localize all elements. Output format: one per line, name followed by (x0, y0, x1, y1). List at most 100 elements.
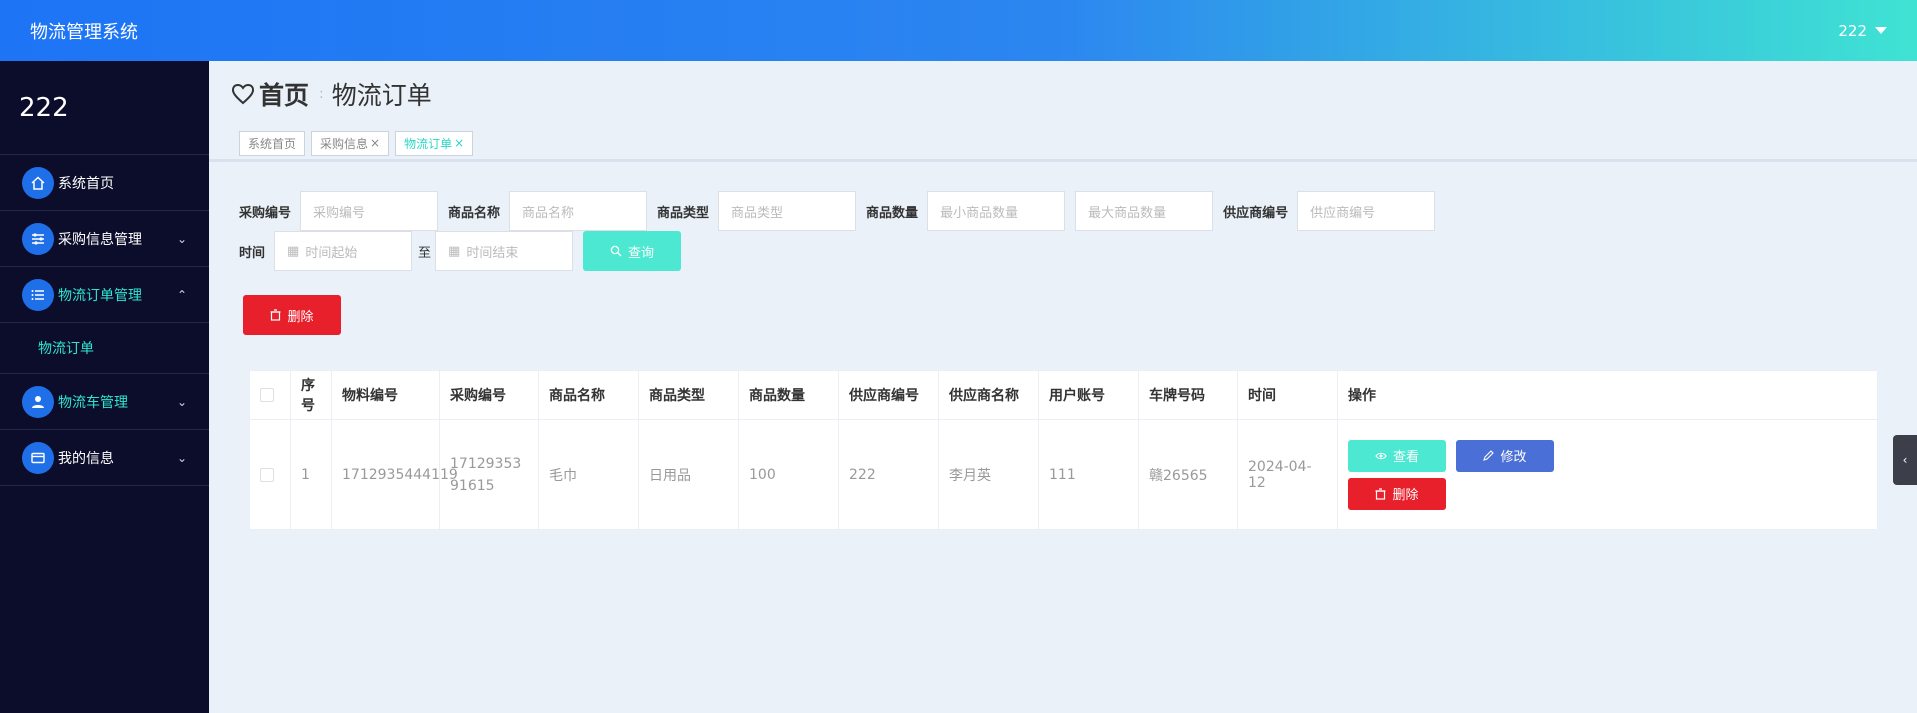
query-button-label: 查询 (628, 245, 655, 261)
breadcrumb-current: 物流订单 (331, 81, 432, 110)
cell-supplier-name: 李月英 (939, 420, 1039, 529)
batch-delete-button[interactable]: 删除 (243, 295, 341, 335)
main-content: 首页 : 物流订单 系统首页 采购信息 × 物流订单 × 采购编号 采购编号 商品名… (209, 61, 1917, 713)
sidebar-item-my-info[interactable]: 我的信息 ⌄ (0, 430, 209, 486)
batch-delete-label: 删除 (287, 309, 314, 325)
app-title: 物流管理系统 (30, 21, 138, 43)
column-header: 序号 (291, 371, 332, 419)
user-menu[interactable]: 222 (1838, 22, 1887, 40)
column-header: 采购编号 (440, 371, 539, 419)
table-row: 1 1712935444119 1712935391615 毛巾 日用品 100… (250, 420, 1877, 529)
sidebar-subitem-logistics-order[interactable]: 物流订单 (0, 323, 209, 374)
time-end-input[interactable]: ▦ 时间结束 (435, 231, 574, 271)
tab-purchase-info[interactable]: 采购信息 × (311, 130, 390, 156)
row-checkbox[interactable] (260, 467, 274, 482)
calendar-icon: ▦ (287, 243, 300, 259)
sidebar-username: 222 (0, 61, 209, 155)
sliders-icon (22, 222, 54, 255)
list-icon (22, 278, 54, 311)
quantity-label: 商品数量 (866, 205, 919, 221)
column-header: 用户账号 (1039, 371, 1139, 419)
time-to-label: 至 (418, 245, 432, 261)
product-name-input[interactable]: 商品名称 (509, 191, 648, 231)
delete-button-label: 删除 (1392, 488, 1419, 503)
sidebar: 222 系统首页 采购信息管理 ⌄ 物流订单管理 ⌃ 物流订单 物流车管理 ⌄ … (0, 61, 209, 713)
cell-plate: 赣26565 (1139, 420, 1238, 529)
breadcrumb-home-label: 首页 (259, 81, 310, 110)
breadcrumb-separator: : (319, 86, 324, 102)
cell-product-name: 毛巾 (539, 420, 639, 529)
column-header: 供应商编号 (839, 371, 939, 419)
cell-material-no: 1712935444119 (332, 420, 458, 529)
caret-down-icon (1875, 27, 1887, 34)
cell-product-type: 日用品 (639, 420, 739, 529)
tab-logistics-order[interactable]: 物流订单 × (395, 130, 474, 156)
supplier-no-label: 供应商编号 (1223, 205, 1289, 221)
select-all-checkbox[interactable] (260, 388, 274, 402)
column-header: 时间 (1238, 371, 1338, 419)
column-header: 商品类型 (639, 371, 739, 419)
cell-quantity: 100 (739, 420, 839, 529)
column-header: 物料编号 (332, 371, 440, 419)
query-button[interactable]: 查询 (583, 231, 682, 271)
calendar-icon: ▦ (448, 243, 461, 259)
time-end-placeholder: 时间结束 (466, 245, 519, 261)
search-icon (610, 245, 622, 257)
sidebar-item-purchase[interactable]: 采购信息管理 ⌄ (0, 211, 209, 267)
product-type-input[interactable]: 商品类型 (718, 191, 857, 231)
cell-index: 1 (291, 420, 332, 529)
column-header: 商品名称 (539, 371, 639, 419)
quantity-max-input[interactable]: 最大商品数量 (1075, 191, 1214, 231)
tab-label: 系统首页 (248, 136, 297, 151)
top-bar: 物流管理系统 222 (0, 0, 1917, 61)
close-icon[interactable]: × (454, 136, 464, 150)
heart-icon (231, 83, 255, 105)
breadcrumb-home[interactable]: 首页 (231, 76, 309, 112)
sidebar-item-label: 物流车管理 (58, 394, 128, 411)
view-button[interactable]: 查看 (1348, 439, 1446, 472)
sidebar-item-label: 采购信息管理 (58, 231, 142, 248)
sidebar-item-vehicle[interactable]: 物流车管理 ⌄ (0, 374, 209, 430)
search-form: 采购编号 采购编号 商品名称 商品名称 商品类型 商品类型 商品数量 最小商品数… (239, 191, 1899, 271)
close-icon[interactable]: × (370, 136, 380, 150)
sidebar-item-label: 我的信息 (58, 450, 114, 467)
delete-button[interactable]: 删除 (1348, 477, 1446, 510)
supplier-no-input[interactable]: 供应商编号 (1297, 191, 1436, 231)
column-header: 供应商名称 (939, 371, 1039, 419)
time-start-input[interactable]: ▦ 时间起始 (274, 231, 413, 271)
breadcrumb: 首页 : 物流订单 (209, 61, 1917, 127)
home-icon (22, 166, 54, 199)
cell-account: 111 (1039, 420, 1139, 529)
collapse-panel-tab[interactable]: ‹ (1893, 435, 1917, 485)
purchase-no-input[interactable]: 采购编号 (300, 191, 439, 231)
trash-icon (270, 309, 281, 321)
column-header: 车牌号码 (1139, 371, 1238, 419)
orders-table: 序号 物料编号 采购编号 商品名称 商品类型 商品数量 供应商编号 供应商名称 … (249, 370, 1878, 530)
chevron-down-icon: ⌄ (176, 231, 188, 246)
cell-time: 2024-04-12 (1238, 420, 1338, 529)
sidebar-item-logistics-order[interactable]: 物流订单管理 ⌃ (0, 267, 209, 323)
quantity-min-input[interactable]: 最小商品数量 (927, 191, 1066, 231)
chevron-down-icon: ⌄ (176, 450, 188, 465)
pencil-icon (1483, 450, 1495, 461)
sidebar-item-home[interactable]: 系统首页 (0, 155, 209, 211)
time-start-placeholder: 时间起始 (305, 245, 358, 261)
eye-icon (1375, 452, 1387, 459)
product-type-label: 商品类型 (657, 205, 710, 221)
chevron-up-icon: ⌃ (176, 287, 188, 302)
purchase-no-label: 采购编号 (239, 205, 292, 221)
time-label: 时间 (239, 245, 266, 261)
tags-bar: 系统首页 采购信息 × 物流订单 × (209, 127, 1917, 162)
row-select-cell (250, 420, 291, 529)
column-header: 操作 (1348, 388, 1376, 404)
column-header: 商品数量 (739, 371, 839, 419)
edit-button[interactable]: 修改 (1456, 439, 1554, 472)
user-icon (22, 385, 54, 418)
cell-supplier-no: 222 (839, 420, 939, 529)
chevron-left-icon: ‹ (1902, 453, 1908, 467)
table-header: 序号 物料编号 采购编号 商品名称 商品类型 商品数量 供应商编号 供应商名称 … (250, 371, 1877, 420)
card-icon (22, 441, 54, 474)
tab-home[interactable]: 系统首页 (239, 130, 306, 156)
tab-label: 采购信息 (320, 136, 369, 151)
edit-button-label: 修改 (1500, 450, 1527, 465)
